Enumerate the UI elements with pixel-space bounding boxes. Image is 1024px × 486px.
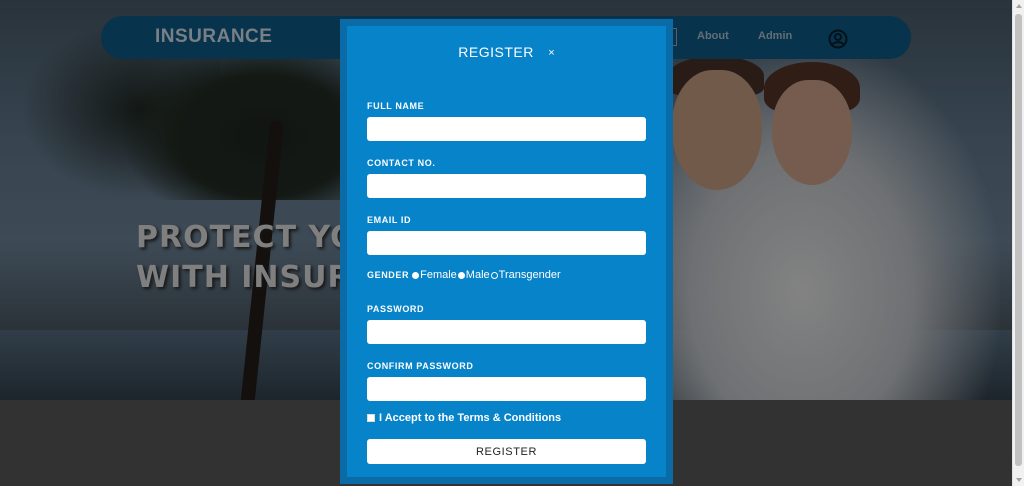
page-scrollbar[interactable] xyxy=(1012,0,1024,486)
full-name-label: FULL NAME xyxy=(367,101,425,111)
confirm-password-label: CONFIRM PASSWORD xyxy=(367,361,474,371)
contact-label: CONTACT NO. xyxy=(367,158,436,168)
scroll-thumb[interactable] xyxy=(1015,14,1022,466)
scroll-up-arrow-icon[interactable] xyxy=(1016,4,1022,8)
password-label: PASSWORD xyxy=(367,304,425,314)
scroll-down-arrow-icon[interactable] xyxy=(1016,478,1022,482)
gender-label: GENDER xyxy=(367,270,410,280)
terms-row: I Accept to the Terms & Conditions xyxy=(367,412,561,424)
gender-row: GENDER Female Male Transgender xyxy=(367,269,562,281)
radio-male-label[interactable]: Male xyxy=(466,269,490,281)
modal-header: REGISTER × xyxy=(347,44,666,62)
confirm-password-input[interactable] xyxy=(367,377,646,401)
full-name-input[interactable] xyxy=(367,117,646,141)
radio-female-label[interactable]: Female xyxy=(420,269,457,281)
register-modal: REGISTER × FULL NAME CONTACT NO. EMAIL I… xyxy=(340,19,673,484)
radio-male[interactable] xyxy=(457,271,465,279)
terms-label[interactable]: I Accept to the Terms & Conditions xyxy=(379,412,561,424)
email-label: EMAIL ID xyxy=(367,215,412,225)
terms-checkbox[interactable] xyxy=(367,414,375,422)
radio-female[interactable] xyxy=(412,271,420,279)
email-input[interactable] xyxy=(367,231,646,255)
close-icon[interactable]: × xyxy=(548,47,554,59)
radio-transgender[interactable] xyxy=(490,271,498,279)
password-input[interactable] xyxy=(367,320,646,344)
radio-transgender-label[interactable]: Transgender xyxy=(499,269,561,281)
modal-title: REGISTER xyxy=(458,44,534,60)
register-submit-button[interactable]: REGISTER xyxy=(367,439,646,464)
contact-input[interactable] xyxy=(367,174,646,198)
